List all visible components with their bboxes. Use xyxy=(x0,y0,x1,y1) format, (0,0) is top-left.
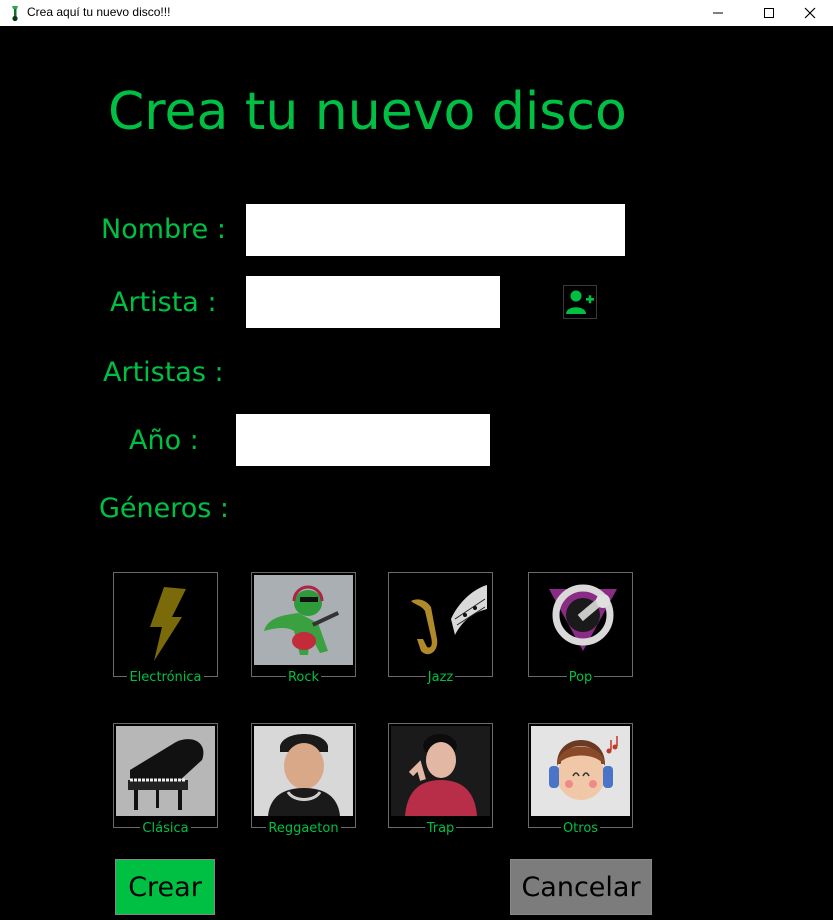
artistas-label: Artistas : xyxy=(103,357,224,388)
nombre-label: Nombre : xyxy=(101,214,226,245)
lightning-bolt-icon xyxy=(150,587,186,661)
saxophone-icon xyxy=(411,585,487,655)
genre-trap-button[interactable]: Trap xyxy=(388,723,493,836)
anio-input[interactable] xyxy=(236,414,490,466)
minimize-button[interactable] xyxy=(695,0,741,26)
maximize-button[interactable] xyxy=(746,0,792,26)
maximize-icon xyxy=(764,8,774,18)
close-icon xyxy=(804,7,816,19)
genre-label: Trap xyxy=(424,821,457,836)
grand-piano-icon xyxy=(116,726,215,816)
create-button[interactable]: Crear xyxy=(115,859,215,915)
genre-clasica-button[interactable]: Clásica xyxy=(113,723,218,836)
nombre-input[interactable] xyxy=(246,204,625,256)
genre-jazz-button[interactable]: Jazz xyxy=(388,572,493,685)
cancel-button[interactable]: Cancelar xyxy=(510,859,652,915)
genre-label: Jazz xyxy=(425,670,456,685)
headphones-boy-icon xyxy=(531,726,630,816)
window-title: Crea aquí tu nuevo disco!!! xyxy=(27,5,171,19)
pop-music-microphone-icon xyxy=(549,584,617,651)
minimize-icon xyxy=(713,12,723,14)
page-title: Crea tu nuevo disco xyxy=(108,82,627,142)
genre-reggaeton-button[interactable]: Reggaeton xyxy=(251,723,356,836)
window-titlebar: Crea aquí tu nuevo disco!!! xyxy=(0,0,833,26)
genre-label: Otros xyxy=(560,821,601,836)
genre-pop-button[interactable]: Pop xyxy=(528,572,633,685)
add-user-icon xyxy=(566,290,594,314)
genre-electronica-button[interactable]: Electrónica xyxy=(113,572,218,685)
genre-rock-button[interactable]: Rock xyxy=(251,572,356,685)
anio-label: Año : xyxy=(129,425,199,456)
add-artist-button[interactable] xyxy=(563,285,597,319)
app-icon xyxy=(12,6,18,22)
genre-label: Electrónica xyxy=(127,670,204,685)
genre-label: Pop xyxy=(566,670,595,685)
genre-label: Clásica xyxy=(140,821,191,836)
close-button[interactable] xyxy=(787,0,833,26)
generos-label: Géneros : xyxy=(99,493,230,524)
trap-artist-icon xyxy=(391,726,490,816)
genre-otros-button[interactable]: Otros xyxy=(528,723,633,836)
genre-label: Reggaeton xyxy=(266,821,341,836)
artista-label: Artista : xyxy=(110,287,217,318)
artista-input[interactable] xyxy=(246,276,500,328)
dinosaur-guitar-icon xyxy=(254,575,353,665)
reggaeton-artist-icon xyxy=(254,726,353,816)
genre-label: Rock xyxy=(285,670,322,685)
